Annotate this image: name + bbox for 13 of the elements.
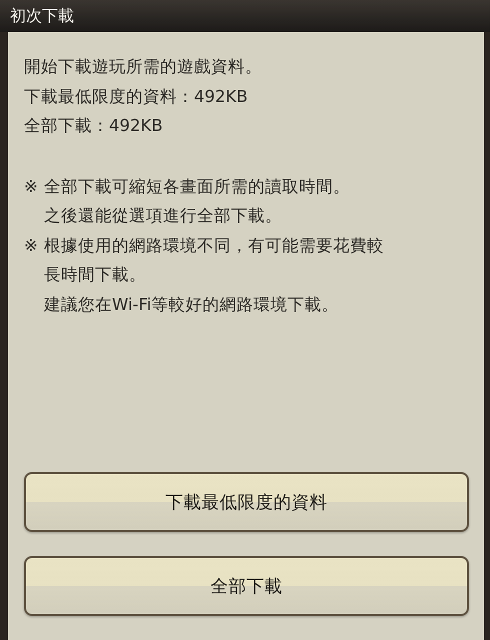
dialog-title: 初次下載	[10, 6, 74, 26]
info-text: 全部下載：492KB	[24, 115, 164, 137]
note-text: 全部下載可縮短各畫面所需的讀取時間。	[44, 176, 350, 198]
note-mark: ※	[24, 176, 39, 198]
note-mark: ※	[24, 234, 39, 256]
note-text: 之後還能從選項進行全部下載。	[44, 205, 283, 227]
note-text: 長時間下載。	[44, 264, 147, 286]
download-button[interactable]: 下載最低限度的資料	[24, 472, 469, 532]
note-text: 建議您在Wi-Fi等較好的網路環境下載。	[44, 294, 340, 316]
note-text: 根據使用的網路環境不同，有可能需要花費較	[44, 234, 384, 256]
info-text: 開始下載遊玩所需的遊戲資料。	[24, 56, 263, 78]
download-button[interactable]: 全部下載	[24, 556, 469, 616]
info-text: 下載最低限度的資料：492KB	[24, 86, 249, 108]
